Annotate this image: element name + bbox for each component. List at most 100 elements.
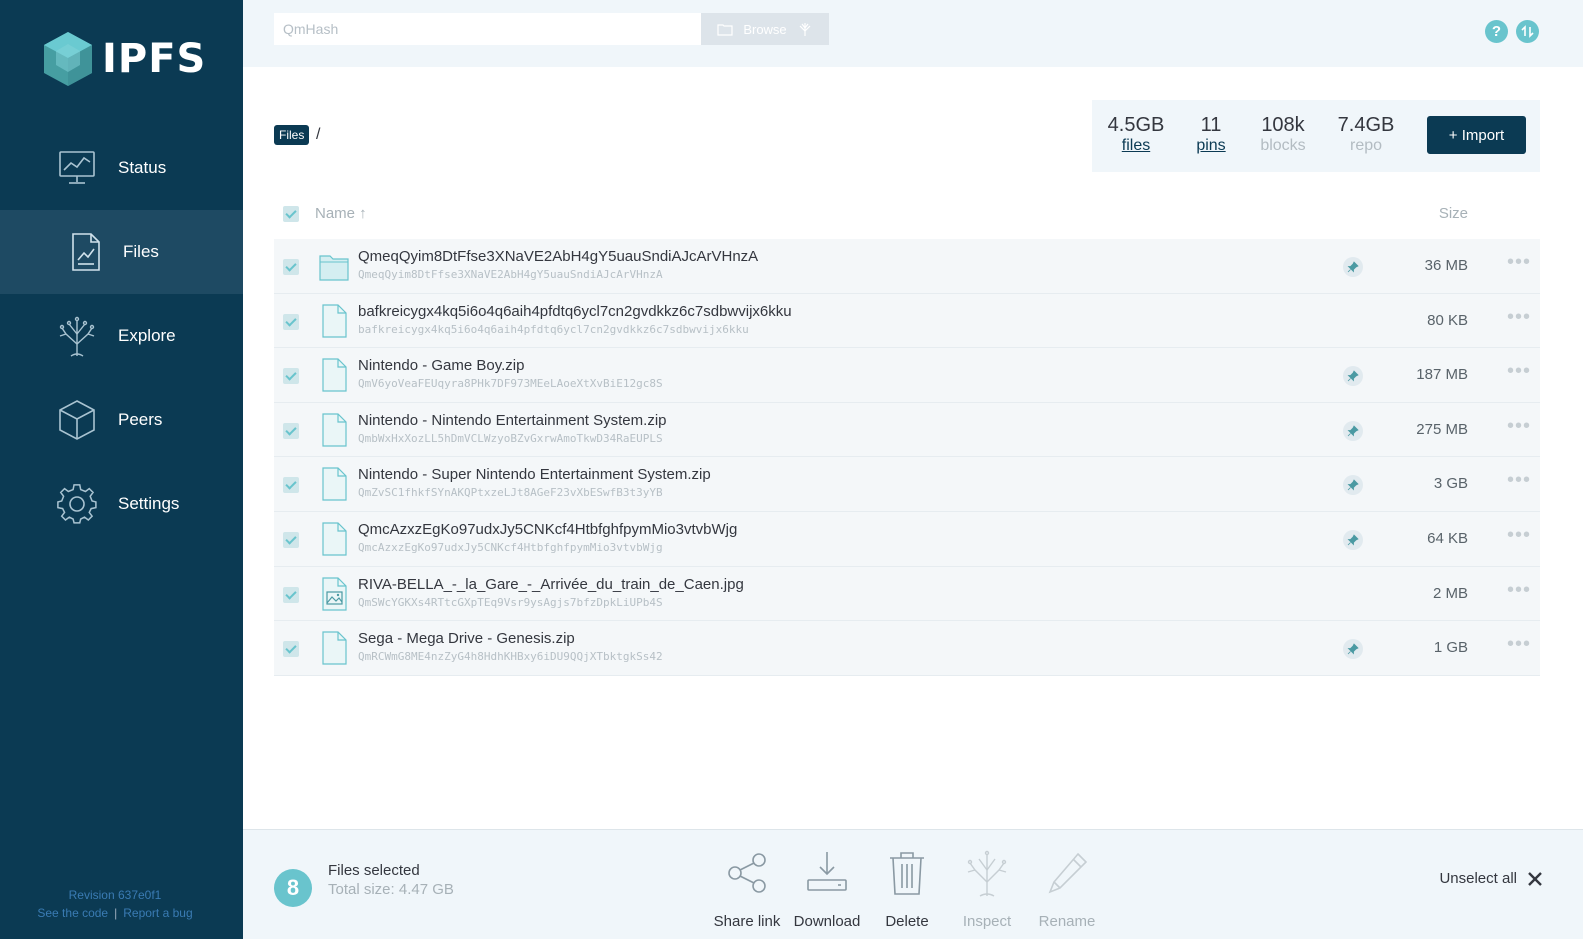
row-checkbox[interactable] [283,368,299,385]
more-options-icon[interactable]: ••• [1507,307,1531,327]
monitor-chart-icon [59,151,95,184]
more-options-icon[interactable]: ••• [1507,252,1531,272]
pin-icon[interactable] [1343,257,1363,277]
pin-icon[interactable] [1343,529,1363,550]
nav-explore[interactable]: Explore [0,294,243,378]
selection-bar: 8 Files selected Total size: 4.47 GB Sha… [243,829,1583,939]
share-link-button[interactable]: Share link [707,848,787,930]
folder-icon [319,255,349,281]
row-checkbox[interactable] [283,531,299,548]
file-name[interactable]: Nintendo - Super Nintendo Entertainment … [358,466,711,483]
select-all-checkbox[interactable] [283,206,299,222]
file-name[interactable]: QmeqQyim8DtFfse3XNaVE2AbH4gY5uauSndiAJcA… [358,248,758,265]
pin-icon[interactable] [1343,366,1363,387]
share-icon [728,853,766,893]
rename-button[interactable]: Rename [1027,848,1107,930]
file-cid: QmZvSC1fhkfSYnAKQPtxzeLJt8AGeF23vXbESwfB… [358,486,663,500]
more-options-icon[interactable]: ••• [1507,634,1531,654]
file-icon [322,631,347,665]
file-cid: QmRCWmG8ME4nzZyG4h8HdhKHBxy6iDU9QQjXTbkt… [358,650,663,664]
file-icon [322,413,347,447]
more-options-icon[interactable]: ••• [1507,525,1531,545]
row-checkbox[interactable] [283,641,299,658]
stat-files-value: 4.5GB [1107,114,1165,136]
table-row[interactable]: Nintendo - Super Nintendo Entertainment … [274,457,1540,512]
close-icon [1528,871,1542,886]
download-button[interactable]: Download [787,848,867,930]
file-name[interactable]: Nintendo - Nintendo Entertainment System… [358,412,667,429]
stat-blocks: 108k blocks [1256,114,1310,155]
top-icons: ? [1485,20,1539,43]
nav-peers[interactable]: Peers [0,378,243,462]
stat-pins-label[interactable]: pins [1190,137,1232,155]
revision-text: Revision 637e0f1 [68,888,162,902]
ipfs-logo[interactable]: IPFS [42,30,206,88]
hash-search-input[interactable] [274,13,701,45]
help-icon[interactable]: ? [1485,20,1508,43]
import-button[interactable]: + Import [1427,116,1526,154]
table-row[interactable]: bafkreicygx4kq5i6o4q6aih4pfdtq6ycl7cn2gv… [274,293,1540,349]
more-options-icon[interactable]: ••• [1507,580,1531,600]
nav-label-settings: Settings [118,494,180,513]
more-options-icon[interactable]: ••• [1507,361,1531,381]
rename-label: Rename [1038,913,1096,930]
nav-label-explore: Explore [118,326,176,345]
stat-files-label[interactable]: files [1106,137,1166,155]
file-name[interactable]: bafkreicygx4kq5i6o4q6aih4pfdtq6ycl7cn2gv… [358,303,792,320]
table-row[interactable]: QmcAzxzEgKo97udxJy5CNKcf4HtbfghfpymMio3v… [274,511,1540,567]
file-cid: QmcAzxzEgKo97udxJy5CNKcf4HtbfghfpymMio3v… [358,540,663,554]
nav-settings[interactable]: Settings [0,462,243,546]
inspect-button[interactable]: Inspect [947,848,1027,930]
file-name[interactable]: Nintendo - Game Boy.zip [358,357,524,374]
file-name[interactable]: QmcAzxzEgKo97udxJy5CNKcf4HtbfghfpymMio3v… [358,521,737,538]
pin-icon[interactable] [1343,639,1363,660]
file-size: 2 MB [1432,584,1468,602]
file-size: 1 GB [1433,639,1468,657]
nav-status[interactable]: Status [0,126,243,210]
table-row[interactable]: Nintendo - Game Boy.zip QmV6yoVeaFEUqyra… [274,348,1540,403]
row-checkbox[interactable] [283,586,299,603]
file-cid: QmV6yoVeaFEUqyra8PHk7DF973MEeLAoeXtXvBiE… [358,377,663,391]
document-icon [72,233,100,271]
cube-icon [59,400,95,440]
file-cid: bafkreicygx4kq5i6o4q6aih4pfdtq6ycl7cn2gv… [358,322,749,336]
name-column-header[interactable]: Name ↑ [315,205,367,222]
file-name[interactable]: Sega - Mega Drive - Genesis.zip [358,630,575,647]
more-options-icon[interactable]: ••• [1507,470,1531,490]
more-options-icon[interactable]: ••• [1507,416,1531,436]
sidebar: IPFS Status Files Explore Peers Settings… [0,0,243,939]
row-checkbox[interactable] [283,477,299,494]
table-header: Name ↑ Size [274,196,1540,232]
unselect-all-button[interactable]: Unselect all [1439,870,1543,887]
image-file-icon [322,576,347,611]
file-size: 3 GB [1433,475,1468,493]
size-column-header: Size [1438,205,1468,222]
stat-files[interactable]: 4.5GB files [1106,114,1166,155]
file-cid: QmSWcYGKXs4RTtcGXpTEq9Vsr9ysAgjs7bfzDpkL… [358,595,663,609]
nav-files[interactable]: Files [0,210,243,294]
delete-button[interactable]: Delete [867,848,947,930]
delete-label: Delete [885,913,929,930]
selection-title: Files selected [328,862,420,879]
stat-pins[interactable]: 11 pins [1190,114,1232,155]
gear-icon [57,484,97,524]
share-link-label: Share link [713,913,781,930]
pin-icon[interactable] [1343,475,1363,496]
table-row[interactable]: Sega - Mega Drive - Genesis.zip QmRCWmG8… [274,621,1540,676]
pin-icon[interactable] [1343,420,1363,441]
table-row[interactable]: Nintendo - Nintendo Entertainment System… [274,402,1540,458]
breadcrumb-files[interactable]: Files [274,125,310,145]
file-size: 275 MB [1416,420,1468,438]
unselect-all-label: Unselect all [1439,870,1517,887]
row-checkbox[interactable] [283,313,299,330]
file-size: 64 KB [1427,529,1468,547]
report-bug-link[interactable]: Report a bug [123,906,192,920]
row-checkbox[interactable] [283,422,299,439]
table-row[interactable]: QmeqQyim8DtFfse3XNaVE2AbH4gY5uauSndiAJcA… [274,239,1540,294]
file-name[interactable]: RIVA-BELLA_-_la_Gare_-_Arrivée_du_train_… [358,576,744,593]
browse-button[interactable]: Browse [701,13,829,45]
see-code-link[interactable]: See the code [37,906,108,920]
row-checkbox[interactable] [283,259,299,275]
transfer-icon[interactable] [1516,20,1539,43]
table-row[interactable]: RIVA-BELLA_-_la_Gare_-_Arrivée_du_train_… [274,566,1540,622]
